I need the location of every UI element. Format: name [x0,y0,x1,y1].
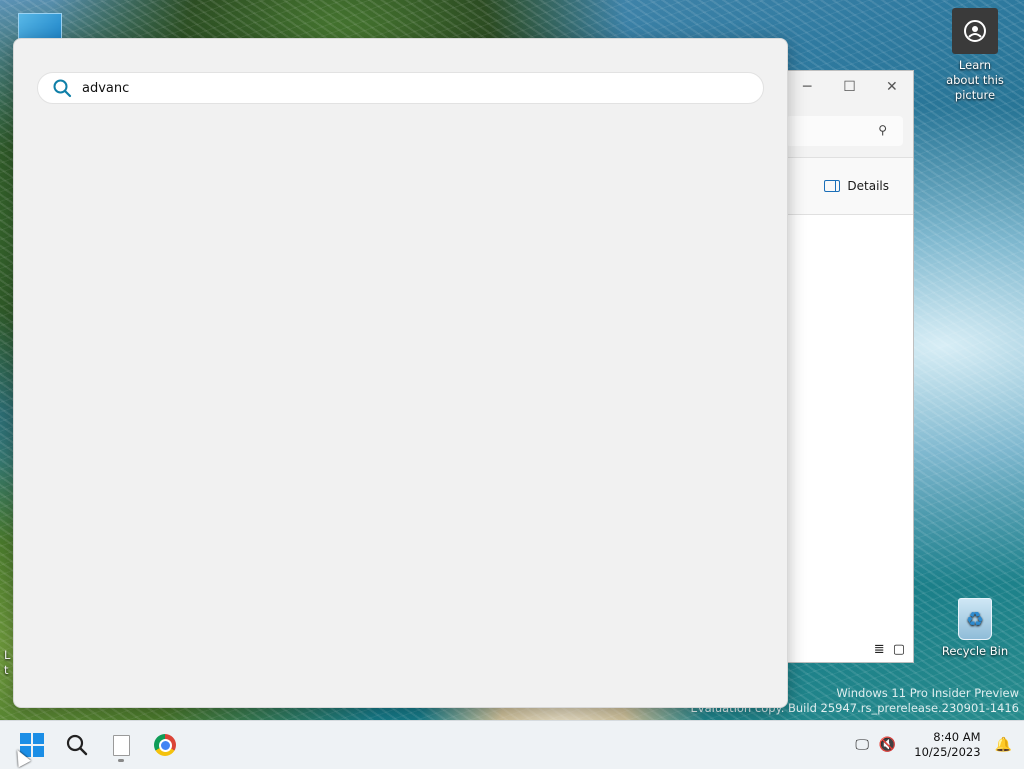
system-tray: 🖵 🔇 8:40 AM 10/25/2023 🔔 [855,721,1024,769]
partial-desktop-label: L t [4,648,10,678]
chrome-icon [154,734,176,756]
minimize-button[interactable]: ─ [786,79,828,95]
taskbar: 🖵 🔇 8:40 AM 10/25/2023 🔔 [0,720,1024,769]
search-icon: ⚲ [878,123,887,137]
search-input[interactable] [80,79,684,97]
taskbar-chrome-button[interactable] [145,725,185,765]
volume-muted-icon[interactable]: 🔇 [879,737,896,753]
details-button[interactable]: Details [847,179,889,193]
notification-bell-icon[interactable]: 🔔 [995,737,1012,753]
search-icon [53,79,72,98]
clock-time: 8:40 AM [933,730,981,744]
explorer-titlebar: ─ ☐ ✕ [786,71,913,103]
recycle-bin-label: Recycle Bin [941,644,1009,658]
search-icon [66,734,88,756]
details-pane-icon [824,180,841,192]
camera-icon [952,8,998,54]
learn-about-picture-shortcut[interactable]: Learn about this picture [941,8,1009,103]
clock[interactable]: 8:40 AM 10/25/2023 [914,730,980,760]
recycle-bin-shortcut[interactable]: ♻ Recycle Bin [941,598,1009,658]
file-explorer-window[interactable]: ─ ☐ ✕ ⚲ Details ≣ ▢ [786,70,914,663]
list-view-icon[interactable]: ≣ [874,642,885,657]
partial-label-line2: t [4,663,9,677]
partial-label-line1: L [4,648,11,662]
view-toggle-group: ≣ ▢ [874,642,905,657]
explorer-command-bar: Details [786,158,913,215]
clock-date: 10/25/2023 [914,745,981,759]
tiles-view-icon[interactable]: ▢ [893,642,905,657]
network-icon[interactable]: 🖵 [855,737,869,753]
taskbar-file-explorer-button[interactable] [101,725,141,765]
explorer-search-box[interactable]: ⚲ [786,116,903,146]
running-indicator [118,759,124,762]
file-icon [112,734,130,756]
learn-about-picture-label: Learn about this picture [946,58,1004,102]
search-flyout [13,38,788,708]
maximize-button[interactable]: ☐ [828,79,870,95]
taskbar-search-button[interactable] [57,725,97,765]
recycle-bin-icon: ♻ [958,598,992,640]
explorer-address-row: ⚲ [786,103,913,158]
close-button[interactable]: ✕ [871,79,913,95]
search-box[interactable] [37,72,764,104]
